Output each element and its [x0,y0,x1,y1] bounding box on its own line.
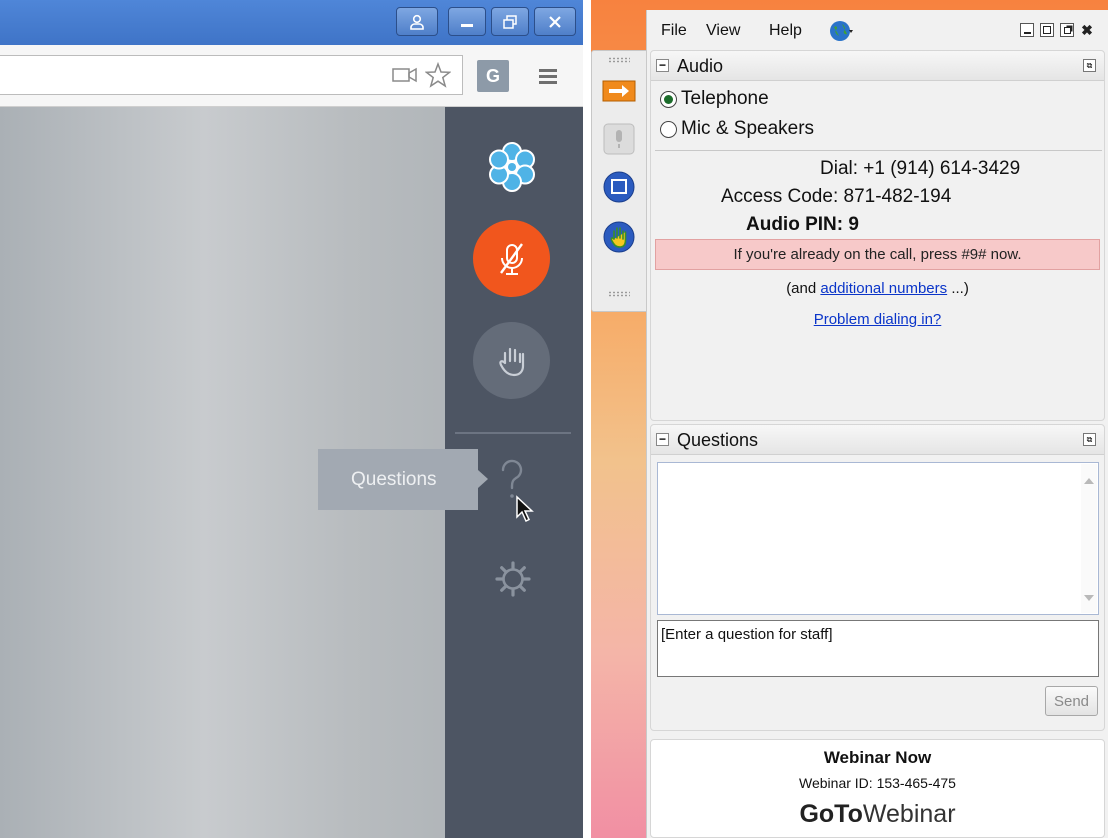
screenshot-divider [583,0,591,838]
star-icon[interactable] [424,62,452,88]
menu-bar: File View Help ✖ [647,10,1108,50]
menu-help[interactable]: Help [769,22,802,40]
webinar-id: Webinar ID: 153-465-475 [799,775,956,791]
and-prefix: (and [786,280,817,297]
dial-number: Dial: +1 (914) 614-3429 [820,158,1021,179]
and-suffix: ...) [951,280,969,297]
tooltip-arrow [478,470,488,488]
settings-button[interactable] [493,559,533,599]
page-content: Questions [0,107,583,838]
radio-telephone-label: Telephone [681,88,769,109]
brand-light: Webinar [862,800,956,828]
radio-mic-label: Mic & Speakers [681,118,815,139]
popout-questions-icon[interactable]: ⧉ [1083,433,1096,446]
browser-window: G Questions [0,0,583,838]
mic-button[interactable] [601,121,637,157]
restore-button[interactable] [491,7,529,36]
menu-icon[interactable] [535,63,561,89]
panel-minimize-button[interactable] [1020,23,1034,37]
cursor-icon [513,494,537,524]
webinar-info: Webinar Now Webinar ID: 153-465-475 GoTo… [650,739,1105,838]
brand-bold: GoTo [799,800,863,828]
audio-title: Audio [677,56,724,76]
raise-hand-button[interactable] [473,322,550,399]
minimize-icon [1023,31,1031,34]
control-panel: File View Help ✖ − Audio ⧉ Telephone Mic… [646,10,1108,838]
close-icon [549,15,561,28]
audio-pin: Audio PIN: 9 [746,214,859,235]
mic-disabled-icon [603,123,635,155]
grab-tab [591,50,647,312]
problem-dialing-link[interactable]: Problem dialing in? [814,311,942,328]
flower-logo-icon[interactable] [485,140,539,194]
profile-button[interactable] [396,7,438,36]
grip-dots[interactable] [608,57,630,63]
menu-file[interactable]: File [661,22,687,40]
webinar-name: Webinar Now [823,748,932,767]
gotowebinar-window: File View Help ✖ − Audio ⧉ Telephone Mic… [591,0,1108,838]
radio-telephone[interactable]: Telephone [660,88,769,110]
pin-alert: If you're already on the call, press #9#… [655,239,1100,270]
questions-tooltip: Questions [318,449,478,510]
hand-icon [498,347,524,376]
rail-divider [455,432,571,434]
globe-icon [830,21,853,41]
screen-button[interactable] [601,169,637,205]
minimize-icon [461,23,473,27]
popout-audio-icon[interactable]: ⧉ [1083,59,1096,72]
questions-title: Questions [677,430,759,450]
mic-muted-icon [499,242,523,275]
browser-toolbar: G [0,45,583,107]
access-code: Access Code: 871-482-194 [721,186,952,207]
scroll-down-icon[interactable] [1084,595,1094,601]
profile-icon [410,14,424,30]
language-menu[interactable] [828,19,868,43]
collapse-questions-button[interactable]: − [656,433,669,446]
minimize-button[interactable] [448,7,486,36]
panel-maximize-button[interactable] [1040,23,1054,37]
audio-header: − Audio ⧉ [651,51,1104,81]
mute-button[interactable] [473,220,550,297]
radio-mic-speakers[interactable]: Mic & Speakers [660,118,814,140]
audio-section: − Audio ⧉ Telephone Mic & Speakers Dial:… [650,50,1105,421]
gear-icon [495,561,531,597]
hand-icon [603,221,635,253]
radio-unselected-icon [660,120,677,138]
extension-g-button[interactable]: G [477,60,509,92]
screen-icon [603,171,635,203]
audio-divider [655,150,1102,151]
menu-view[interactable]: View [706,22,740,40]
additional-numbers-link[interactable]: additional numbers [820,280,947,297]
radio-selected-icon [660,90,677,108]
address-bar[interactable] [0,55,463,95]
raise-hand-button-gtw[interactable] [601,219,637,255]
panel-restore-button[interactable] [1060,23,1074,37]
restore-icon [1063,26,1071,34]
additional-numbers-line: (and additional numbers ...) [651,280,1104,297]
camera-icon[interactable] [392,64,418,86]
questions-scrollbar[interactable] [1081,464,1097,613]
problem-dialing-line: Problem dialing in? [651,311,1104,328]
grip-dots-bottom[interactable] [608,291,630,297]
questions-section: − Questions ⧉ [Enter a question for staf… [650,424,1105,731]
questions-header: − Questions ⧉ [651,425,1104,455]
browser-titlebar [0,0,583,45]
questions-log[interactable] [657,462,1099,615]
close-icon: ✖ [1081,21,1093,38]
panel-close-button[interactable]: ✖ [1080,21,1094,38]
send-button[interactable]: Send [1045,686,1098,716]
maximize-icon [1043,26,1051,34]
gotowebinar-logo: GoToWebinar [651,800,1104,829]
scroll-up-icon[interactable] [1084,478,1094,484]
collapse-panel-button[interactable] [601,73,637,109]
close-button[interactable] [534,7,576,36]
restore-icon [503,14,517,29]
arrow-right-icon [602,80,636,102]
question-input[interactable]: [Enter a question for staff] [657,620,1099,677]
collapse-audio-button[interactable]: − [656,59,669,72]
